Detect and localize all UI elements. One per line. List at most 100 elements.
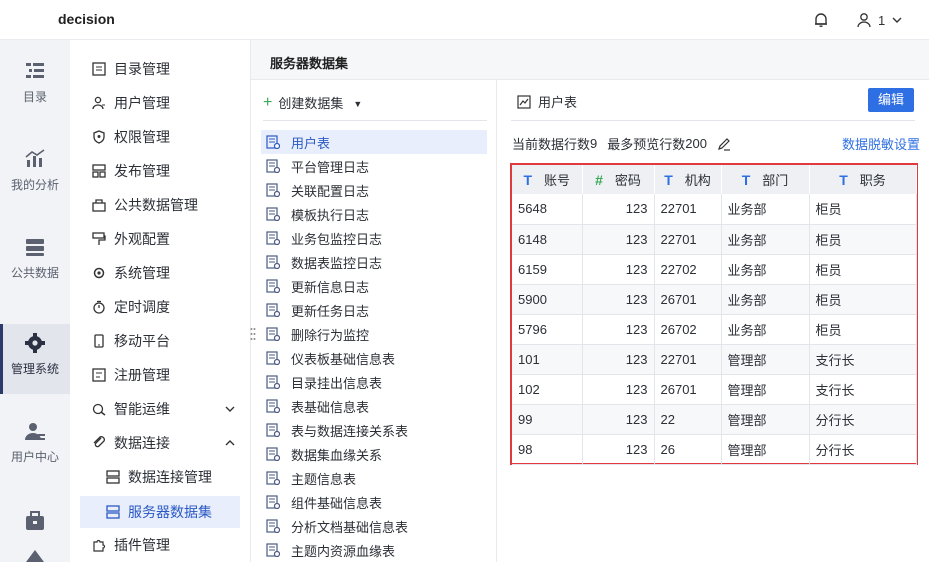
menu-label: 注册管理 [114, 367, 170, 383]
dataset-item[interactable]: 平台管理日志 [261, 154, 487, 178]
menu-item-plugin[interactable]: 插件管理 [80, 530, 240, 560]
dataset-item[interactable]: 分析文档基础信息表 [261, 514, 487, 538]
menu-item-appearance[interactable]: 外观配置 [80, 224, 240, 254]
table-row: 5648 123 22701 业务部 柜员 [512, 194, 917, 225]
menu-item-data-connection[interactable]: 数据连接 [80, 428, 240, 458]
menu-item-register[interactable]: 注册管理 [80, 360, 240, 390]
dataset-item[interactable]: 表基础信息表 [261, 394, 487, 418]
dataset-item[interactable]: 组件基础信息表 [261, 490, 487, 514]
permission-icon [93, 130, 105, 144]
data-connection-icon [93, 436, 105, 448]
edit-pen-icon[interactable] [717, 137, 731, 151]
dataset-icon [266, 375, 280, 389]
menu-item-user-manage[interactable]: 用户管理 [80, 88, 240, 118]
table-cell: 管理部 [721, 404, 810, 435]
menu-item-server-dataset[interactable]: 服务器数据集 [80, 496, 240, 528]
dataset-icon [266, 183, 280, 197]
column-header: T 职务 [809, 165, 917, 194]
table-cell: 101 [512, 344, 583, 375]
dataset-item[interactable]: 主题内资源血缘表 [261, 538, 487, 562]
dataset-item[interactable]: 仪表板基础信息表 [261, 346, 487, 370]
table-cell: 22702 [654, 254, 722, 285]
table-row: 99 123 22 管理部 分行长 [512, 404, 917, 435]
field-type-icon: T [664, 171, 673, 188]
table-cell: 123 [582, 254, 655, 285]
desensitization-settings-link[interactable]: 数据脱敏设置 [842, 134, 920, 153]
left-rail: 目录 我的分析 公共数据 管理系统 用户中心 [0, 40, 70, 562]
menu-label: 发布管理 [114, 163, 170, 179]
table-cell: 柜员 [809, 284, 917, 315]
table-cell: 5796 [512, 314, 583, 345]
edit-button[interactable]: 编辑 [868, 88, 914, 112]
menu-label: 移动平台 [114, 333, 170, 349]
dataset-item[interactable]: 更新任务日志 [261, 298, 487, 322]
dataset-item[interactable]: 模板执行日志 [261, 202, 487, 226]
dataset-item[interactable]: 目录挂出信息表 [261, 370, 487, 394]
dataset-item[interactable]: 主题信息表 [261, 466, 487, 490]
divider [263, 120, 487, 121]
dataset-item-label: 平台管理日志 [291, 159, 370, 175]
management-menu: 目录管理 用户管理 权限管理 发布管理 公共数据管理 外观配置 系统管理 定时调… [70, 40, 251, 562]
user-menu[interactable]: 1 [856, 11, 903, 29]
table-cell: 26702 [654, 314, 722, 345]
rail-item-user-center[interactable]: 用户中心 [0, 412, 70, 482]
dataset-item-label: 组件基础信息表 [291, 495, 383, 511]
dataset-item[interactable]: 业务包监控日志 [261, 226, 487, 250]
rail-item-analysis[interactable]: 我的分析 [0, 148, 70, 218]
table-chart-icon [517, 94, 531, 109]
dataset-item[interactable]: 更新信息日志 [261, 274, 487, 298]
table-cell: 管理部 [721, 344, 810, 375]
menu-item-ops[interactable]: 智能运维 [80, 394, 240, 424]
dataset-title-text: 用户表 [538, 95, 578, 110]
dataset-item-label: 更新任务日志 [291, 303, 370, 319]
menu-item-publish[interactable]: 发布管理 [80, 156, 240, 186]
dataset-icon [266, 495, 280, 509]
create-dataset-button[interactable]: + 创建数据集 ▼ [263, 93, 362, 112]
menu-label: 插件管理 [114, 537, 170, 553]
dataset-item[interactable]: 用户表 [261, 130, 487, 154]
menu-item-timer[interactable]: 定时调度 [80, 292, 240, 322]
menu-item-catalog-manage[interactable]: 目录管理 [80, 54, 240, 84]
preview-limit-value: 200 [685, 136, 707, 151]
bell-icon[interactable] [812, 11, 830, 29]
table-row: 5900 123 26701 业务部 柜员 [512, 284, 917, 315]
rail-item-catalog[interactable]: 目录 [0, 60, 70, 130]
toolbox-icon[interactable] [24, 510, 46, 532]
table-cell: 柜员 [809, 224, 917, 255]
rail-label: 用户中心 [10, 450, 59, 464]
dataset-item[interactable]: 数据表监控日志 [261, 250, 487, 274]
chevron-down-icon [892, 17, 902, 23]
menu-item-permission[interactable]: 权限管理 [80, 122, 240, 152]
dataset-item[interactable]: 表与数据连接关系表 [261, 418, 487, 442]
system-gear-icon [93, 267, 105, 279]
field-type-icon: T [839, 171, 848, 188]
chart-icon[interactable] [24, 549, 46, 562]
dataset-item-label: 删除行为监控 [291, 327, 370, 343]
menu-item-system[interactable]: 系统管理 [80, 258, 240, 288]
table-body: 5648 123 22701 业务部 柜员 6148 123 22701 业务部 柜员 6159 12… [512, 194, 917, 465]
dataset-item[interactable]: 关联配置日志 [261, 178, 487, 202]
rail-item-public-data[interactable]: 公共数据 [0, 236, 70, 306]
menu-label: 数据连接 [114, 435, 170, 451]
table-cell: 22701 [654, 344, 722, 375]
table-cell: 分行长 [809, 404, 917, 435]
dataset-icon [266, 255, 280, 269]
brand-name: decision [58, 11, 115, 27]
drag-handle-icon[interactable] [250, 327, 256, 341]
menu-item-mobile[interactable]: 移动平台 [80, 326, 240, 356]
dataset-item[interactable]: 数据集血缘关系 [261, 442, 487, 466]
dataset-icon [266, 471, 280, 485]
dataset-item[interactable]: 删除行为监控 [261, 322, 487, 346]
menu-item-public-data-manage[interactable]: 公共数据管理 [80, 190, 240, 220]
rail-item-management[interactable]: 管理系统 [0, 324, 70, 394]
menu-label: 系统管理 [114, 265, 170, 281]
menu-label: 权限管理 [114, 129, 170, 145]
table-cell: 柜员 [809, 194, 917, 225]
rail-label: 目录 [22, 90, 47, 104]
column-header-label: 密码 [614, 173, 641, 188]
menu-label: 服务器数据集 [128, 504, 212, 520]
content-header: 服务器数据集 [251, 40, 929, 80]
menu-item-connection-manage[interactable]: 数据连接管理 [80, 462, 240, 492]
dataset-icon [266, 351, 280, 365]
user-icon [857, 13, 871, 28]
